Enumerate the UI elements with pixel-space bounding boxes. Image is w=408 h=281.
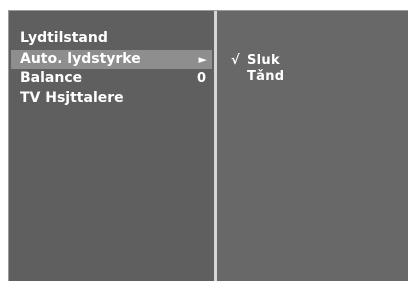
menu-item-label: Auto. lydstyrke <box>20 51 141 67</box>
checkmark-icon: √ <box>231 53 240 68</box>
balance-value: 0 <box>196 71 206 86</box>
menu-item-label: Balance <box>20 70 83 86</box>
menu-item-tv-speakers[interactable]: TV Hsjttalere <box>11 89 212 108</box>
option-label: Tǎnd <box>247 69 285 84</box>
option-off[interactable]: √ Sluk <box>231 53 280 69</box>
menu-title: Lydtilstand <box>20 30 108 46</box>
option-label: Sluk <box>247 53 280 68</box>
menu-item-label: TV Hsjttalere <box>20 90 124 106</box>
menu-item-auto-volume[interactable]: Auto. lydstyrke ► <box>11 50 212 69</box>
tv-menu-screen: Lydtilstand Auto. lydstyrke ► Balance 0 … <box>8 10 408 281</box>
option-on[interactable]: Tǎnd <box>231 69 284 85</box>
menu-item-balance[interactable]: Balance 0 <box>11 69 212 88</box>
submenu-panel: √ Sluk Tǎnd <box>217 11 408 281</box>
menu-panel: Lydtilstand Auto. lydstyrke ► Balance 0 … <box>9 11 214 281</box>
arrow-right-icon: ► <box>198 53 207 66</box>
